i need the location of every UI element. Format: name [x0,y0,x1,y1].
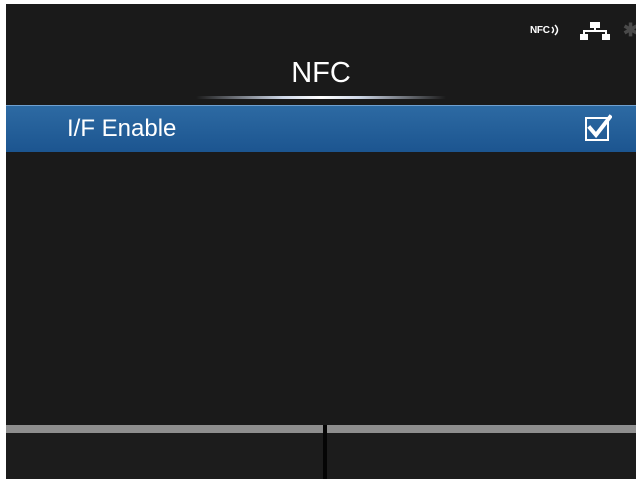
title-underline [196,96,446,99]
nfc-wave-icon [551,24,558,36]
soft-key-right[interactable] [327,425,636,479]
menu-list: I/F Enable [6,105,636,152]
bluetooth-icon: ✱ [623,20,636,40]
menu-item-label: I/F Enable [67,115,177,142]
nfc-status-label: NFC [530,24,550,36]
printer-screen: NFC ✱ NFC I/F Enable [6,4,636,479]
nfc-icon: NFC [530,20,562,40]
menu-item-if-enable[interactable]: I/F Enable [6,105,636,152]
page-title: NFC [291,57,351,89]
status-bar: NFC ✱ [6,4,636,50]
soft-key-left[interactable] [6,425,323,479]
soft-key-bar [6,425,636,479]
header: NFC [6,56,636,102]
checkbox-checked-icon[interactable] [584,114,612,142]
lan-icon [580,22,610,40]
